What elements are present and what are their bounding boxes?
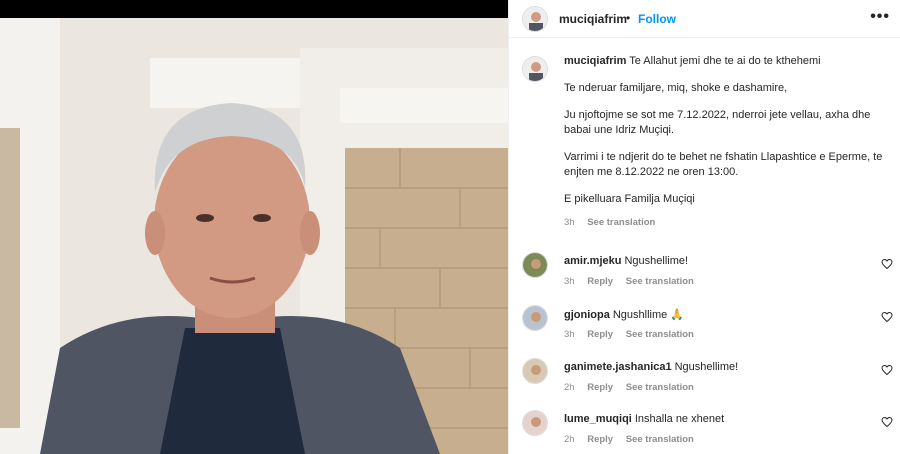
follow-button[interactable]: Follow — [638, 12, 676, 26]
comment-text: lume_muqiqi Inshalla ne xhenet — [564, 413, 724, 425]
comment-item: lume_muqiqi Inshalla ne xhenet 2h Reply S… — [509, 410, 900, 454]
comment-body: Inshalla ne xhenet — [634, 413, 725, 425]
heart-icon[interactable] — [881, 364, 893, 376]
author-avatar[interactable] — [522, 6, 548, 32]
reply-button[interactable]: Reply — [587, 276, 613, 287]
reply-button[interactable]: Reply — [587, 382, 613, 393]
comment-time: 2h — [564, 434, 575, 445]
caption-see-translation[interactable]: See translation — [587, 217, 655, 228]
comment-username[interactable]: lume_muqiqi — [564, 413, 632, 425]
post-caption: muciqiafrim Te Allahut jemi dhe te ai do… — [509, 54, 900, 230]
separator-dot: • — [626, 11, 631, 25]
heart-icon[interactable] — [881, 258, 893, 270]
caption-para2: Ju njoftojme se sot me 7.12.2022, nderro… — [564, 109, 871, 136]
caption-avatar[interactable] — [522, 56, 548, 82]
comment-item: amir.mjeku Ngushellime! 3h Reply See tran… — [509, 252, 900, 302]
comment-body: Ngushllime 🙏 — [612, 309, 684, 321]
more-options-icon[interactable]: ••• — [870, 8, 890, 26]
see-translation-button[interactable]: See translation — [626, 382, 694, 393]
post-photo[interactable] — [0, 18, 508, 454]
commenter-avatar[interactable] — [522, 358, 548, 384]
reply-button[interactable]: Reply — [587, 434, 613, 445]
caption-body: muciqiafrim Te Allahut jemi dhe te ai do… — [564, 54, 894, 230]
comment-item: ganimete.jashanica1 Ngushellime! 2h Reply… — [509, 358, 900, 408]
comment-text: amir.mjeku Ngushellime! — [564, 255, 688, 267]
post-side-panel: muciqiafrim • Follow ••• muciqiafrim Te … — [508, 0, 900, 454]
instagram-post-view: muciqiafrim • Follow ••• muciqiafrim Te … — [0, 0, 900, 454]
commenter-avatar[interactable] — [522, 252, 548, 278]
post-photo-image — [0, 18, 508, 454]
caption-username[interactable]: muciqiafrim — [564, 55, 626, 67]
comment-time: 2h — [564, 382, 575, 393]
author-username[interactable]: muciqiafrim — [559, 12, 627, 26]
comment-body: Ngushellime! — [674, 361, 739, 373]
post-header: muciqiafrim • Follow ••• — [509, 0, 900, 38]
comment-item: gjoniopa Ngushllime 🙏 3h Reply See transl… — [509, 305, 900, 355]
comment-username[interactable]: ganimete.jashanica1 — [564, 361, 672, 373]
commenter-avatar[interactable] — [522, 410, 548, 436]
caption-para3: Varrimi i te ndjerit do te behet ne fsha… — [564, 151, 883, 178]
caption-line1: Te Allahut jemi dhe te ai do te kthehemi — [629, 55, 821, 67]
heart-icon[interactable] — [881, 416, 893, 428]
see-translation-button[interactable]: See translation — [626, 276, 694, 287]
comment-username[interactable]: gjoniopa — [564, 309, 610, 321]
caption-para4: E pikelluara Familja Muçiqi — [564, 193, 695, 205]
see-translation-button[interactable]: See translation — [626, 434, 694, 445]
comment-text: ganimete.jashanica1 Ngushellime! — [564, 361, 738, 373]
comment-meta: 3h Reply See translation — [564, 276, 704, 287]
comment-time: 3h — [564, 276, 575, 287]
caption-para1: Te nderuar familjare, miq, shoke e dasha… — [564, 82, 788, 94]
caption-time: 3h — [564, 217, 575, 228]
reply-button[interactable]: Reply — [587, 329, 613, 340]
caption-meta: 3h See translation — [564, 215, 894, 230]
comment-username[interactable]: amir.mjeku — [564, 255, 621, 267]
top-bar — [0, 0, 508, 18]
comment-meta: 3h Reply See translation — [564, 329, 704, 340]
heart-icon[interactable] — [881, 311, 893, 323]
comment-body: Ngushellime! — [624, 255, 689, 267]
comment-meta: 2h Reply See translation — [564, 382, 704, 393]
comment-meta: 2h Reply See translation — [564, 434, 704, 445]
commenter-avatar[interactable] — [522, 305, 548, 331]
comment-time: 3h — [564, 329, 575, 340]
comment-text: gjoniopa Ngushllime 🙏 — [564, 308, 684, 321]
see-translation-button[interactable]: See translation — [626, 329, 694, 340]
